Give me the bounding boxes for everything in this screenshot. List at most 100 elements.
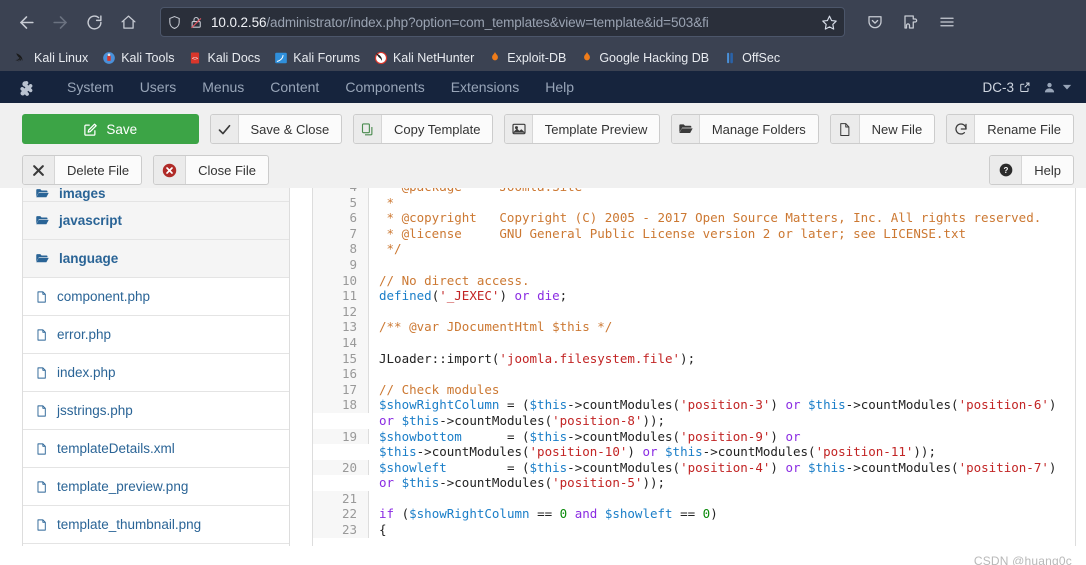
code-text[interactable]: /** @var JDocumentHtml $this */ xyxy=(369,319,1075,335)
code-text[interactable]: * xyxy=(369,195,1075,211)
code-line[interactable]: 23 { xyxy=(313,522,1075,538)
code-line[interactable]: 18 $showRightColumn = ($this->countModule… xyxy=(313,397,1075,428)
code-line[interactable]: 13 /** @var JDocumentHtml $this */ xyxy=(313,319,1075,335)
file-tree-sidebar[interactable]: images javascript language component.php… xyxy=(22,188,290,555)
tree-item-template-preview-png[interactable]: template_preview.png xyxy=(23,468,289,506)
bookmark-kali-docs[interactable]: <> Kali Docs xyxy=(181,49,267,67)
tree-item-component-php[interactable]: component.php xyxy=(23,278,289,316)
code-line[interactable]: 7 * @license GNU General Public License … xyxy=(313,225,1075,242)
code-line[interactable]: 12 xyxy=(313,303,1075,320)
menu-item-extensions[interactable]: Extensions xyxy=(438,73,532,101)
code-text[interactable] xyxy=(369,304,1075,320)
code-line[interactable]: 9 xyxy=(313,256,1075,273)
code-line[interactable]: 6 * @copyright Copyright (C) 2005 - 2017… xyxy=(313,210,1075,226)
code-text[interactable]: if ($showRightColumn == 0 and $showleft … xyxy=(369,506,1075,522)
tree-item-template-thumbnail-png[interactable]: template_thumbnail.png xyxy=(23,506,289,544)
tree-item-images[interactable]: images xyxy=(23,188,289,202)
menu-item-help[interactable]: Help xyxy=(532,73,587,101)
code-text[interactable]: // Check modules xyxy=(369,382,1075,398)
copy-template-button[interactable]: Copy Template xyxy=(353,114,494,144)
code-editor[interactable]: 4 * @package Joomla.Site5 *6 * @copyrigh… xyxy=(312,188,1076,555)
user-menu[interactable] xyxy=(1043,81,1072,94)
tree-item-label: templateDetails.xml xyxy=(57,441,175,456)
code-text[interactable]: defined('_JEXEC') or die; xyxy=(369,288,1075,304)
template-preview-button[interactable]: Template Preview xyxy=(504,114,661,144)
code-line[interactable]: 5 * xyxy=(313,194,1075,211)
bookmark-kali-forums[interactable]: Kali Forums xyxy=(267,49,367,67)
code-line[interactable]: 11 defined('_JEXEC') or die; xyxy=(313,288,1075,304)
address-bar[interactable]: 10.0.2.56/administrator/index.php?option… xyxy=(160,7,845,37)
code-line[interactable]: 22 if ($showRightColumn == 0 and $showlef… xyxy=(313,506,1075,523)
bookmark-google-hacking-db[interactable]: Google Hacking DB xyxy=(573,49,716,67)
code-line[interactable]: 8 */ xyxy=(313,241,1075,257)
tree-item-javascript[interactable]: javascript xyxy=(23,202,289,240)
tree-item-language[interactable]: language xyxy=(23,240,289,278)
menu-item-users[interactable]: Users xyxy=(127,73,190,101)
code-line[interactable]: 15 JLoader::import('joomla.filesystem.fil… xyxy=(313,350,1075,367)
code-line[interactable]: 21 xyxy=(313,490,1075,507)
code-text[interactable] xyxy=(369,335,1075,351)
code-text[interactable]: * @copyright Copyright (C) 2005 - 2017 O… xyxy=(369,210,1075,226)
menu-item-content[interactable]: Content xyxy=(257,73,332,101)
tree-item-jsstrings-php[interactable]: jsstrings.php xyxy=(23,392,289,430)
bookmark-exploit-db[interactable]: Exploit-DB xyxy=(481,49,573,67)
help-button[interactable]: ? Help xyxy=(989,155,1074,185)
code-text[interactable]: // No direct access. xyxy=(369,273,1075,289)
lock-crossed-icon[interactable] xyxy=(189,15,204,30)
back-icon[interactable] xyxy=(10,6,42,38)
code-text[interactable] xyxy=(369,257,1075,273)
new-file-button[interactable]: New File xyxy=(829,114,936,144)
pocket-icon[interactable] xyxy=(859,6,891,38)
code-line[interactable]: 19 $showbottom = ($this->countModules('po… xyxy=(313,428,1075,460)
code-text[interactable]: * @package Joomla.Site xyxy=(369,188,1075,195)
code-text[interactable]: $showleft = ($this->countModules('positi… xyxy=(369,460,1075,491)
bookmark-kali-linux[interactable]: Kali Linux xyxy=(8,49,95,67)
save-button[interactable]: Save xyxy=(22,114,199,144)
bookmark-offsec[interactable]: OffSec xyxy=(716,49,787,67)
site-name-link[interactable]: DC-3 xyxy=(982,80,1031,95)
extensions-icon[interactable] xyxy=(895,6,927,38)
token-com: /** @var JDocumentHtml $this */ xyxy=(379,319,613,335)
menu-item-menus[interactable]: Menus xyxy=(189,73,257,101)
menu-item-system[interactable]: System xyxy=(54,73,127,101)
code-line[interactable]: 17 // Check modules xyxy=(313,381,1075,398)
forward-icon[interactable] xyxy=(44,6,76,38)
line-number: 7 xyxy=(313,225,369,242)
code-text[interactable]: JLoader::import('joomla.filesystem.file'… xyxy=(369,351,1075,367)
code-text[interactable] xyxy=(369,491,1075,507)
menu-item-components[interactable]: Components xyxy=(332,73,437,101)
joomla-logo-icon[interactable] xyxy=(14,79,40,96)
tree-item-error-php[interactable]: error.php xyxy=(23,316,289,354)
menu-hamburger-icon[interactable] xyxy=(931,6,963,38)
code-text[interactable]: * @license GNU General Public License ve… xyxy=(369,226,1075,242)
bookmark-kali-tools[interactable]: Kali Tools xyxy=(95,49,181,67)
code-line[interactable]: 20 $showleft = ($this->countModules('posi… xyxy=(313,459,1075,491)
delete-file-button[interactable]: Delete File xyxy=(22,155,143,185)
close-file-button[interactable]: Close File xyxy=(153,155,269,185)
tree-item-index-php[interactable]: index.php xyxy=(23,354,289,392)
reload-icon[interactable] xyxy=(78,6,110,38)
save-and-close-button[interactable]: Save & Close xyxy=(209,114,343,144)
token-pln: ) xyxy=(710,506,718,522)
url-text[interactable]: 10.0.2.56/administrator/index.php?option… xyxy=(211,15,814,30)
code-text[interactable]: $showbottom = ($this->countModules('posi… xyxy=(369,429,1075,460)
home-icon[interactable] xyxy=(112,6,144,38)
code-text[interactable]: { xyxy=(369,522,1075,538)
code-editor-content[interactable]: 4 * @package Joomla.Site5 *6 * @copyrigh… xyxy=(313,188,1075,538)
code-text[interactable]: $showRightColumn = ($this->countModules(… xyxy=(369,397,1075,428)
code-line[interactable]: 4 * @package Joomla.Site xyxy=(313,188,1075,195)
manage-folders-button[interactable]: Manage Folders xyxy=(671,114,819,144)
tree-item-label: error.php xyxy=(57,327,112,342)
rename-file-button[interactable]: Rename File xyxy=(946,114,1074,144)
bookmark-kali-nethunter[interactable]: Kali NetHunter xyxy=(367,49,481,67)
code-line[interactable]: 10 // No direct access. xyxy=(313,272,1075,289)
tree-item-templatedetails-xml[interactable]: templateDetails.xml xyxy=(23,430,289,468)
code-line[interactable]: 16 xyxy=(313,366,1075,382)
code-line[interactable]: 14 xyxy=(313,334,1075,351)
code-text[interactable] xyxy=(369,366,1075,382)
code-text[interactable]: */ xyxy=(369,241,1075,257)
token-kw: and xyxy=(574,506,598,522)
star-icon[interactable] xyxy=(821,14,838,31)
svg-text:<>: <> xyxy=(192,55,198,61)
shield-icon[interactable] xyxy=(167,15,182,30)
